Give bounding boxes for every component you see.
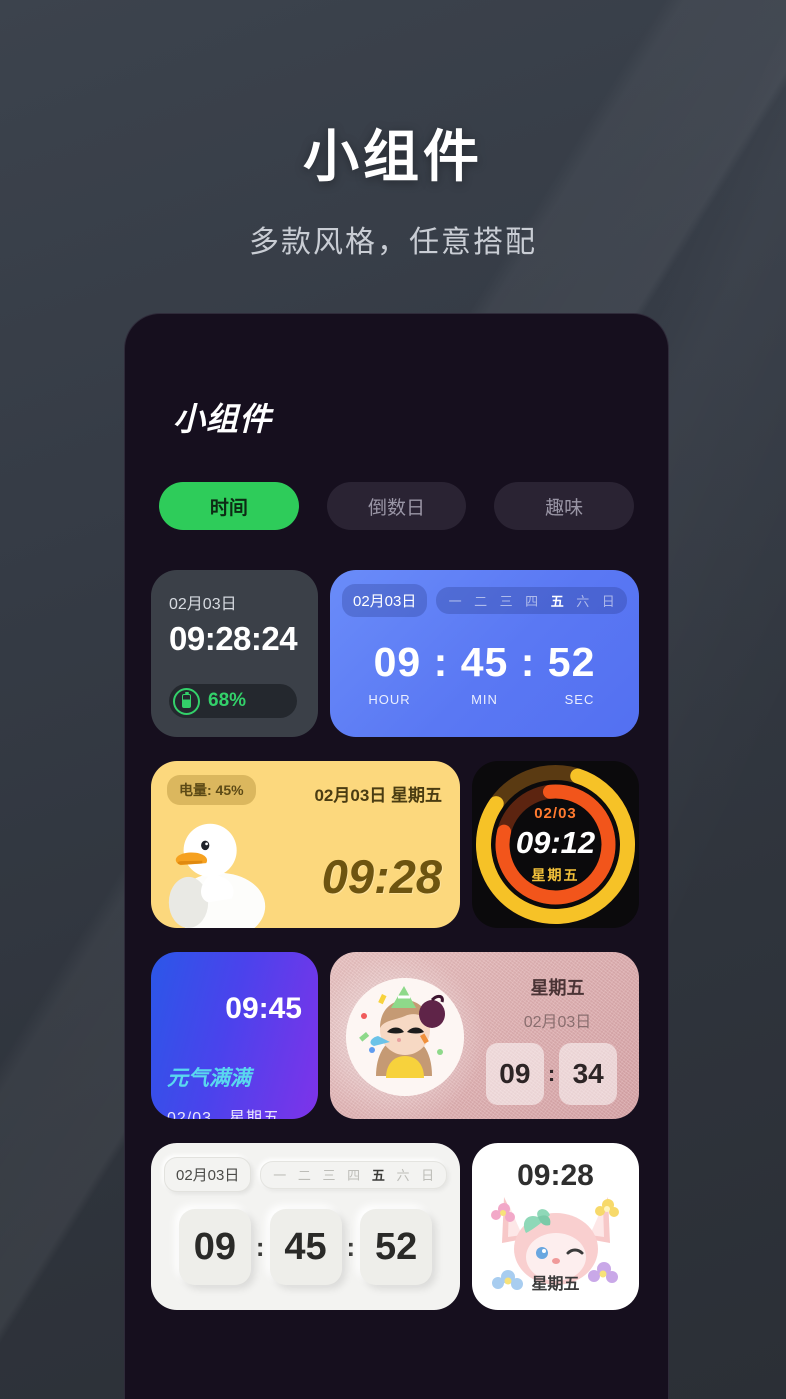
widget-date: 02月03日 — [342, 584, 428, 617]
colon-1: : — [547, 1061, 556, 1086]
weekday-1: 一 — [448, 594, 462, 609]
tab-bar: 时间 倒数日 趣味 — [147, 482, 646, 530]
hour-label: HOUR — [368, 692, 411, 707]
duck-icon — [168, 823, 266, 928]
second-value: 52 — [547, 639, 596, 685]
weekday-5: 五 — [371, 1168, 385, 1183]
app-title: 小组件 — [173, 401, 273, 437]
hero-section: 小组件 多款风格，任意搭配 — [0, 0, 786, 261]
widget-date: 02月03日 — [523, 1014, 592, 1031]
widget-slogan: 元气满满 — [167, 1067, 251, 1090]
page-subtitle: 多款风格，任意搭配 — [249, 226, 537, 259]
widget-row-1: 02月03日 09:28:24 68% 02月03日 一 二 三 四 五 六 日… — [151, 570, 642, 737]
party-girl-icon — [346, 978, 464, 1096]
widget-flip-clock[interactable]: 02月03日 一 二 三 四 五 六 日 09 : 45: 52 — [151, 1143, 460, 1310]
colon-1: : — [255, 1231, 265, 1262]
tab-time[interactable]: 时间 — [159, 482, 299, 530]
widget-duck-clock[interactable]: 电量: 45% 02月03日 星期五 09:28 — [151, 761, 460, 928]
weekday-2: 二 — [297, 1168, 311, 1183]
widget-date: 02/03 — [534, 804, 577, 822]
tab-countdown[interactable]: 倒数日 — [326, 482, 467, 530]
widget-weekday: 星期五 — [531, 866, 580, 883]
widget-time: 09:28 — [321, 850, 442, 903]
widget-time: 09 : 34 — [476, 1043, 627, 1105]
widget-dark-clock[interactable]: 02月03日 09:28:24 68% — [151, 570, 318, 737]
tab-fun[interactable]: 趣味 — [494, 482, 635, 530]
widget-time: 09:28 — [517, 1159, 594, 1192]
minute-box: 34 — [559, 1043, 618, 1105]
widget-time: 09:45 — [225, 992, 302, 1025]
widget-time: 09 : 45 : 52 — [164, 1209, 447, 1285]
colon-2: : — [520, 639, 536, 685]
minute-box: 45 — [269, 1209, 342, 1285]
weekday-3: 三 — [499, 594, 513, 609]
widget-ring-clock[interactable]: 02/03 09:12 星期五 — [472, 761, 639, 928]
hour-box: 09 — [178, 1209, 251, 1285]
widget-date: 02月03日 — [169, 596, 237, 613]
page-title: 小组件 — [303, 125, 483, 188]
weekday-1: 一 — [273, 1168, 287, 1183]
weekday-6: 六 — [396, 1168, 410, 1183]
widget-gradient-clock[interactable]: 09:45 元气满满 02/03 星期五 — [151, 952, 318, 1119]
second-label: SEC — [564, 692, 595, 707]
battery-indicator: 68% — [169, 684, 297, 718]
weekday-3: 三 — [322, 1168, 336, 1183]
widget-row-4: 02月03日 一 二 三 四 五 六 日 09 : 45: 52 09:28 … — [151, 1143, 642, 1310]
colon-1: : — [433, 639, 449, 685]
widget-time: 09 : 45 : 52 — [342, 639, 627, 686]
minute-value: 45 — [460, 639, 509, 685]
widget-weekday: 星期五 — [530, 978, 585, 998]
weekday-6: 六 — [576, 594, 590, 609]
weekday-strip: 一 二 三 四 五 六 日 — [260, 1160, 447, 1189]
widget-blue-clock[interactable]: 02月03日 一 二 三 四 五 六 日 09 : 45: 52 HOUR M… — [330, 570, 639, 737]
widget-grid: 02月03日 09:28:24 68% 02月03日 一 二 三 四 五 六 日… — [147, 570, 646, 1310]
minute-label: MIN — [471, 692, 498, 707]
widget-time: 09:12 — [515, 824, 596, 860]
widget-girl-clock[interactable]: 星期五 02月03日 09 : 34 — [330, 952, 639, 1119]
second-box: 52 — [360, 1209, 433, 1285]
hour-box: 09 — [485, 1043, 544, 1105]
weekday-2: 二 — [474, 594, 488, 609]
widget-fox-clock[interactable]: 09:28 星期五 — [472, 1143, 639, 1310]
widget-dateline: 02月03日 星期五 — [314, 786, 442, 805]
phone-mockup: 小组件 时间 倒数日 趣味 02月03日 09:28:24 68% 02月03日… — [124, 313, 669, 1399]
weekday-4: 四 — [525, 594, 539, 609]
battery-icon — [173, 687, 200, 715]
weekday-7: 日 — [601, 594, 615, 609]
colon-2: : — [346, 1231, 356, 1262]
weekday-5: 五 — [550, 594, 564, 609]
hour-value: 09 — [373, 639, 422, 685]
weekday-4: 四 — [347, 1168, 361, 1183]
widget-row-3: 09:45 元气满满 02/03 星期五 星期五 02月03日 09: 34 — [151, 952, 642, 1119]
weekday-strip: 一 二 三 四 五 六 日 — [436, 587, 627, 614]
battery-label: 电量: 45% — [167, 775, 256, 805]
widget-date: 02月03日 — [164, 1157, 252, 1192]
widget-time: 09:28:24 — [169, 620, 298, 657]
weekday-7: 日 — [421, 1168, 435, 1183]
widget-weekday: 星期五 — [531, 1276, 580, 1293]
widget-row-2: 电量: 45% 02月03日 星期五 09:28 02/03 09:12 星期五 — [151, 761, 642, 928]
widget-dateline: 02/03 星期五 — [167, 1110, 281, 1119]
battery-percent: 68% — [208, 690, 247, 711]
